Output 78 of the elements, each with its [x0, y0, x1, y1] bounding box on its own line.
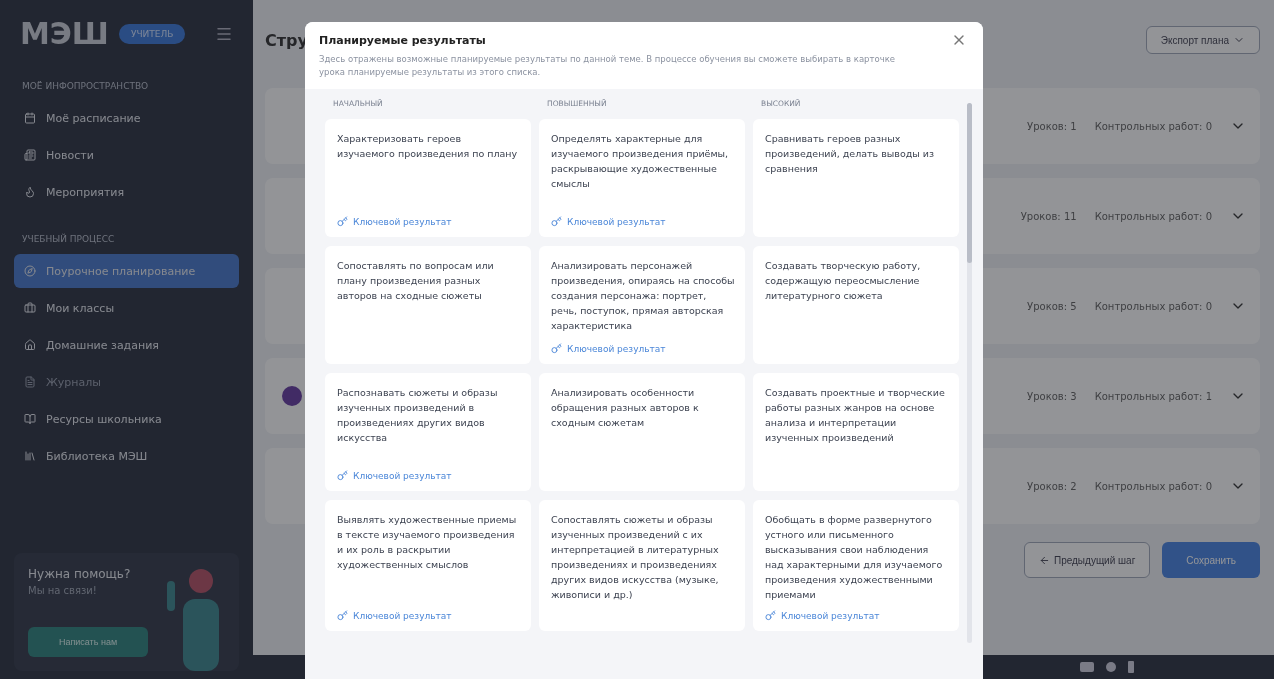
key-result-label: Ключевой результат	[551, 335, 735, 354]
house-icon	[24, 339, 36, 351]
key-result-label: Ключевой результат	[765, 602, 949, 621]
lessons-count: Уроков: 2	[1027, 480, 1077, 492]
result-card[interactable]: Создавать проектные и творческие работы разных жанров на основе анализа и интерпретации изученных произведений	[753, 373, 959, 491]
document-icon	[24, 376, 36, 388]
key-icon	[337, 610, 348, 621]
result-text: Определять характерные для изучаемого произведения приёмы, раскрывающие художественные смыслы	[551, 132, 730, 191]
save-button[interactable]: Сохранить	[1162, 542, 1260, 578]
export-button[interactable]: Экспорт плана	[1145, 26, 1260, 54]
sidebar-item[interactable]: Поурочное планирование	[14, 254, 239, 288]
sidebar-item[interactable]: Ресурсы школьника	[14, 402, 239, 436]
flame-icon	[24, 186, 36, 198]
write-us-button[interactable]: Написать нам	[28, 627, 148, 657]
sidebar-item[interactable]: Домашние задания	[14, 328, 239, 362]
books-icon	[24, 450, 36, 462]
dialog-title: Планируемые результаты	[319, 34, 487, 47]
key-result-label: Ключевой результат	[337, 602, 521, 621]
result-card[interactable]: Создавать творческую работу, содержащую переосмысление литературного сюжета	[753, 246, 959, 364]
tests-count: Контрольных работ: 0	[1094, 120, 1212, 132]
result-text: Характеризовать героев изучаемого произведения по плану	[337, 132, 519, 161]
lessons-count: Уроков: 5	[1027, 300, 1077, 312]
key-icon	[765, 610, 776, 621]
result-card[interactable]: Сопоставлять сюжеты и образы изученных произведений с их интерпретацией в литературных произведениях и произведениях других видов искусства (музыке, живописи и др.)	[539, 500, 745, 631]
result-card[interactable]: Распознавать сюжеты и образы изученных произведений в произведениях других видов искусства Ключевой результат	[325, 373, 531, 491]
previous-step-button[interactable]: Предыдущий шаг	[1023, 542, 1151, 578]
section-title: УЧЕБНЫЙ ПРОЦЕСС	[22, 234, 116, 244]
sidebar-item[interactable]: Новости	[14, 138, 239, 172]
lessons-count: Уроков: 3	[1027, 390, 1077, 402]
lessons-count: Уроков: 11	[1020, 210, 1077, 222]
result-text: Анализировать особенности обращения разных авторов к сходным сюжетам	[551, 386, 700, 430]
scrollbar[interactable]	[967, 103, 972, 643]
tests-count: Контрольных работ: 0	[1094, 210, 1212, 222]
page-title: Стру	[265, 30, 308, 50]
result-text: Сопоставлять сюжеты и образы изученных произведений с их интерпретацией в литературных произведениях и произведениях других видов искусства (музыке, живописи и др.)	[551, 513, 720, 602]
key-icon	[551, 343, 562, 354]
result-card[interactable]: Сопоставлять по вопросам или плану произведения разных авторов на сходные сюжеты	[325, 246, 531, 364]
result-text: Обобщать в форме развернутого устного или письменного высказывания свои наблюдения над характерными для изучаемого произведения художественными приемами	[765, 513, 944, 602]
compass-icon	[24, 265, 36, 277]
key-result-label: Ключевой результат	[551, 208, 735, 227]
key-icon	[337, 216, 348, 227]
logo: МЭШ	[20, 16, 109, 51]
sidebar-item[interactable]: Моё расписание	[14, 101, 239, 135]
briefcase-icon	[24, 302, 36, 314]
result-text: Анализировать персонажей произведения, опираясь на способы создания персонажа: портрет, речь, поступок, прямая авторская характеристика	[551, 259, 735, 333]
result-text: Выявлять художественные приемы в тексте изучаемого произведения и их роль в раскрытии художественных смыслов	[337, 513, 518, 572]
result-text: Сравнивать героев разных произведений, делать выводы из сравнения	[765, 132, 936, 176]
result-text: Распознавать сюжеты и образы изученных произведений в произведениях других видов искусства	[337, 386, 499, 445]
result-card[interactable]: Анализировать персонажей произведения, опираясь на способы создания персонажа: портрет, речь, поступок, прямая авторская характеристика Ключевой результат	[539, 246, 745, 364]
result-card[interactable]: Выявлять художественные приемы в тексте изучаемого произведения и их роль в раскрытии художественных смыслов Ключевой результат	[325, 500, 531, 631]
section-title: МОЁ ИНФОПРОСТРАНСТВО	[22, 81, 150, 91]
book-icon	[24, 413, 36, 425]
help-title: Нужна помощь?	[28, 567, 132, 581]
arrow-left-icon	[1038, 554, 1050, 566]
sidebar-item[interactable]: Мероприятия	[14, 175, 239, 209]
result-text: Создавать проектные и творческие работы разных жанров на основе анализа и интерпретации изученных произведений	[765, 386, 946, 445]
dialog-description: Здесь отражены возможные планируемые результаты по данной теме. В процессе обучения вы сможете выбирать в карточке урока планируемые результаты из этого списка.	[319, 53, 897, 79]
key-icon	[551, 216, 562, 227]
result-card[interactable]: Сравнивать героев разных произведений, делать выводы из сравнения	[753, 119, 959, 237]
lessons-count: Уроков: 1	[1027, 120, 1077, 132]
result-text: Сопоставлять по вопросам или плану произведения разных авторов на сходные сюжеты	[337, 259, 495, 303]
calendar-icon	[24, 112, 36, 124]
tests-count: Контрольных работ: 0	[1094, 300, 1212, 312]
result-text: Создавать творческую работу, содержащую переосмысление литературного сюжета	[765, 259, 922, 303]
result-card[interactable]: Характеризовать героев изучаемого произведения по плану Ключевой результат	[325, 119, 531, 237]
key-icon	[337, 470, 348, 481]
result-card[interactable]: Определять характерные для изучаемого произведения приёмы, раскрывающие художественные смыслы Ключевой результат	[539, 119, 745, 237]
sidebar-item[interactable]: Библиотека МЭШ	[14, 439, 239, 473]
sidebar-item[interactable]: Мои классы	[14, 291, 239, 325]
tests-count: Контрольных работ: 1	[1094, 390, 1212, 402]
key-result-label: Ключевой результат	[337, 208, 521, 227]
module-icon	[281, 385, 303, 407]
tests-count: Контрольных работ: 0	[1094, 480, 1212, 492]
key-result-label: Ключевой результат	[337, 462, 521, 481]
role-badge: УЧИТЕЛЬ	[118, 23, 186, 44]
result-card[interactable]: Обобщать в форме развернутого устного или письменного высказывания свои наблюдения над характерными для изучаемого произведения художественными приемами Ключевой результат	[753, 500, 959, 631]
newspaper-icon	[24, 149, 36, 161]
result-card[interactable]: Анализировать особенности обращения разных авторов к сходным сюжетам	[539, 373, 745, 491]
